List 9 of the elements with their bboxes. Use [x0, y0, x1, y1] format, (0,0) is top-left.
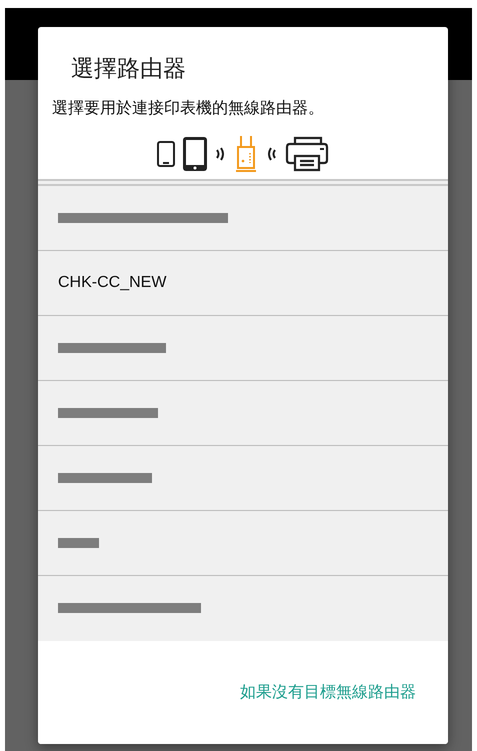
router-icon	[235, 135, 257, 173]
tablet-icon	[183, 137, 207, 171]
redaction-bar	[58, 538, 99, 548]
wireless-signal-icon	[265, 146, 277, 162]
dialog-message: 選擇要用於連接印表機的無線路由器。	[51, 97, 324, 119]
phone-icon	[157, 141, 175, 167]
dialog-title: 選擇路由器	[70, 55, 186, 84]
wireless-signal-icon	[215, 146, 227, 162]
printer-icon	[285, 136, 329, 172]
